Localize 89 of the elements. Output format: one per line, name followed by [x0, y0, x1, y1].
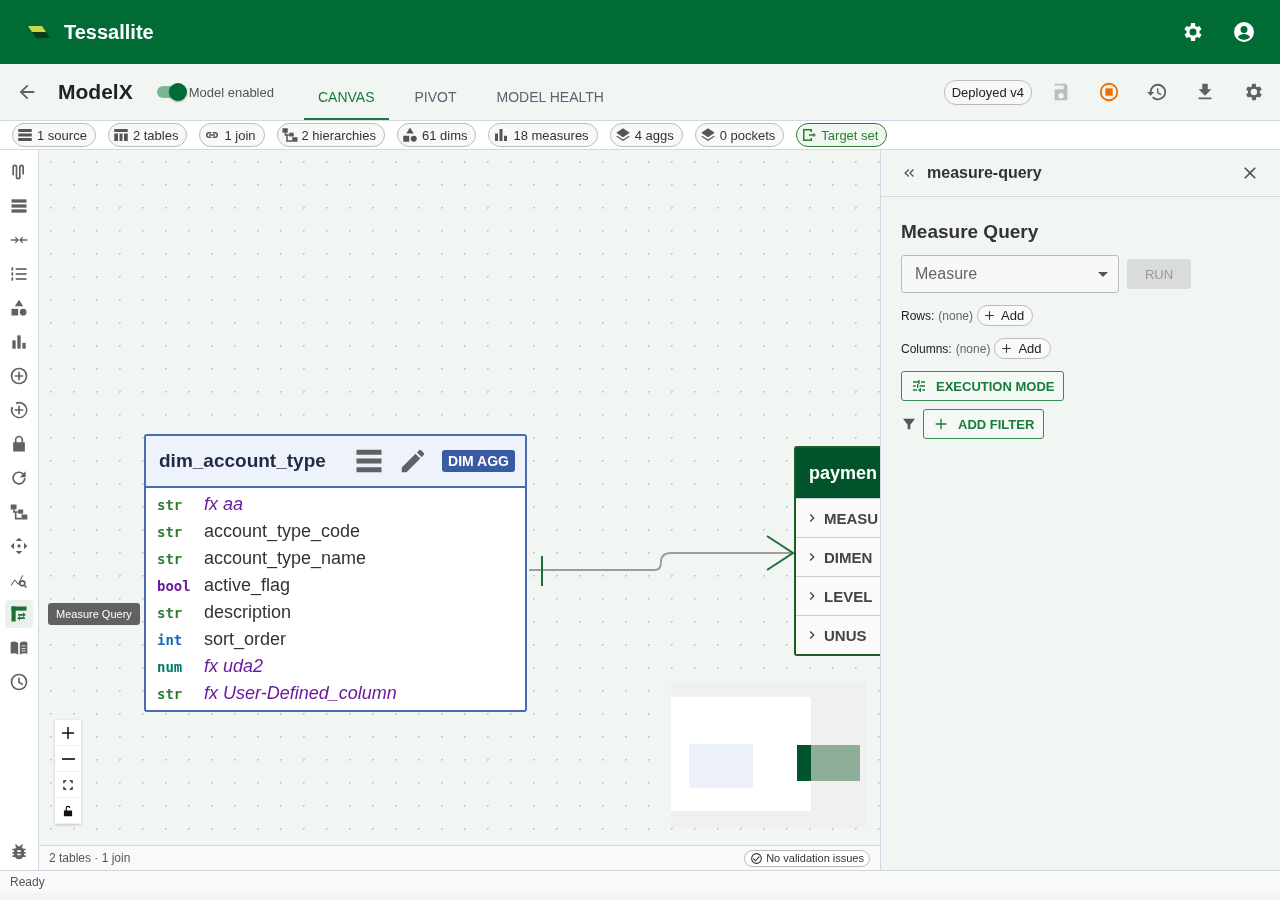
model-enabled-toggle[interactable]: Model enabled	[156, 84, 274, 100]
field-type: str	[157, 685, 184, 702]
shapes-icon	[400, 126, 419, 144]
fit-view-button[interactable]	[55, 772, 81, 798]
tooltip: Measure Query	[48, 603, 140, 625]
summary-chip[interactable]: 1 join	[199, 123, 265, 147]
plus-icon	[933, 416, 949, 432]
table-name: paymen	[809, 462, 878, 484]
plus-icon	[1000, 342, 1014, 355]
section-title: Measure Query	[901, 221, 1039, 243]
lock-button[interactable]	[55, 798, 81, 824]
fit-view-icon	[61, 777, 75, 792]
history-icon	[1146, 81, 1168, 103]
summary-chip[interactable]: 2 hierarchies	[276, 123, 385, 147]
summary-chip[interactable]: 18 measures	[488, 123, 598, 147]
rows-label: Rows:	[901, 308, 935, 323]
summary-chip[interactable]: 1 source	[12, 123, 96, 147]
columns-value: (none)	[955, 341, 991, 356]
shapes-icon	[9, 298, 29, 318]
add-row-button[interactable]: Add	[977, 305, 1034, 326]
field-type: str	[157, 604, 184, 621]
account-icon	[1232, 20, 1256, 44]
hierarchy-icon	[280, 126, 299, 144]
canvas-summary: 2 tables · 1 join	[49, 851, 131, 865]
field-type: num	[157, 658, 184, 675]
minus-icon	[61, 757, 75, 760]
list-icon	[16, 126, 34, 144]
table-node[interactable]: paymen MEASU DIMEN LEVEL UNUS	[794, 446, 880, 656]
add-filter-button[interactable]: ADD FILTER	[923, 409, 1045, 439]
model-name: ModelX	[58, 80, 133, 104]
logo-icon	[28, 24, 52, 40]
field-name: fx User-Defined_column	[204, 683, 397, 704]
field-type: str	[157, 550, 184, 567]
field-name: account_type_code	[204, 521, 361, 542]
dropdown-caret-icon	[1098, 271, 1108, 277]
table-badge: DIM AGG	[442, 450, 515, 472]
bug-icon	[9, 842, 29, 862]
validation-chip: No validation issues	[744, 849, 870, 867]
stop-button[interactable]	[1098, 81, 1120, 103]
summary-chip[interactable]: 0 pockets	[694, 123, 785, 147]
table-icon	[111, 126, 130, 144]
bar-chart-icon	[9, 332, 29, 352]
table-name: dim_account_type	[159, 450, 327, 472]
summary-chip[interactable]: 2 tables	[107, 123, 188, 147]
tab[interactable]: MODEL HEALTH	[482, 76, 618, 120]
field-name: fx uda2	[204, 656, 264, 677]
plus-icon	[983, 309, 997, 322]
layers-icon	[698, 126, 717, 144]
measure-select[interactable]: Measure	[901, 255, 1119, 293]
panel-title: measure-query	[927, 164, 1043, 182]
execution-mode-button[interactable]: EXECUTION MODE	[901, 371, 1065, 401]
debug-button[interactable]	[9, 842, 29, 862]
add-column-button[interactable]: Add	[994, 338, 1051, 359]
summary-chip[interactable]: 61 dims	[396, 123, 477, 147]
layers-icon	[613, 126, 632, 144]
hierarchy-icon	[9, 502, 29, 522]
field-name: description	[204, 602, 292, 623]
numbered-list-icon	[9, 264, 29, 284]
field-name: sort_order	[204, 629, 287, 650]
columns-label: Columns:	[901, 341, 952, 356]
version-badge: Deployed v4	[943, 79, 1032, 105]
refresh-icon	[9, 468, 29, 488]
query-swap-icon	[9, 604, 29, 624]
history-button[interactable]	[1146, 81, 1168, 103]
summary-chip[interactable]: Target set	[796, 123, 888, 147]
rows-value: (none)	[938, 308, 974, 323]
clock-icon	[9, 672, 29, 692]
list-icon	[9, 196, 29, 216]
field-name: active_flag	[204, 575, 291, 596]
sliders-icon	[911, 378, 927, 394]
move-icon	[9, 536, 29, 556]
field-type: str	[157, 496, 184, 513]
tab[interactable]: PIVOT	[400, 76, 471, 120]
table-node[interactable]: dim_account_type DIM AGG str fx aa str account_type_code str account_type_name bool active_flag str description int sort_order num fx uda2 str fx User-Defined_column	[144, 434, 527, 712]
status-bar: Ready	[0, 870, 1280, 893]
field-type: int	[157, 631, 184, 648]
field-name: fx aa	[204, 494, 244, 515]
filter-icon	[901, 416, 917, 432]
field-name: account_type_name	[204, 548, 367, 569]
field-type: bool	[157, 577, 192, 594]
zoom-in-button[interactable]	[55, 720, 81, 746]
account-button[interactable]	[1232, 20, 1256, 44]
stop-icon	[1098, 81, 1120, 103]
rail-button[interactable]	[5, 600, 33, 628]
unlock-icon	[61, 803, 75, 818]
zoom-out-button[interactable]	[55, 746, 81, 772]
app-name: Tessallite	[64, 20, 155, 44]
field-type: str	[157, 523, 184, 540]
summary-chip[interactable]: 4 aggs	[609, 123, 683, 147]
